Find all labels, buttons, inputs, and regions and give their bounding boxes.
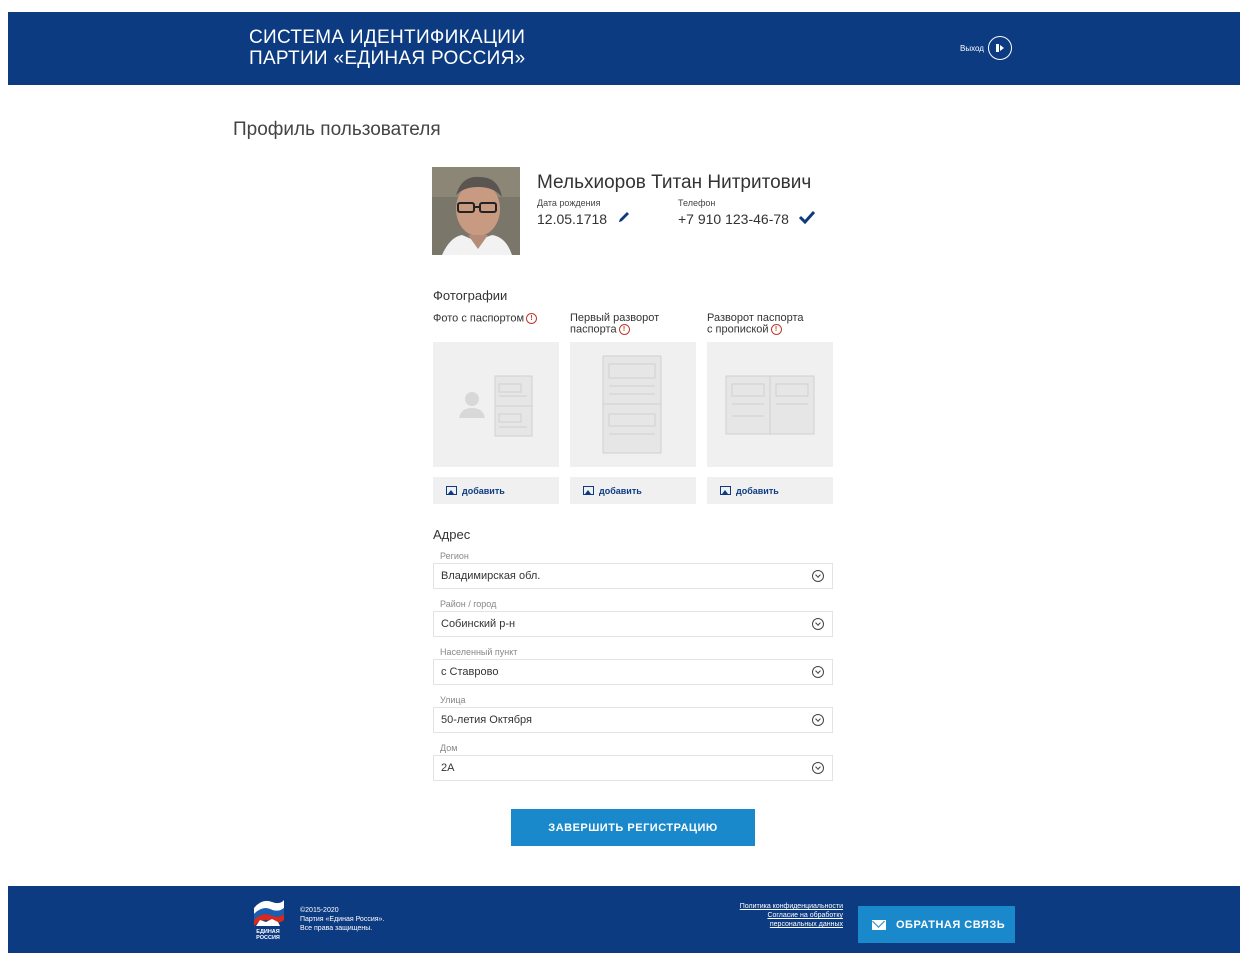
consent-link-line2[interactable]: персональных данных	[698, 920, 843, 929]
photo-label-registration-spread: Разворот паспорта с пропиской!	[707, 313, 804, 335]
footer: ЕДИНАЯ РОССИЯ ©2015-2020 Партия «Единая …	[8, 886, 1240, 953]
copyright-owner: Партия «Единая Россия».	[300, 916, 385, 923]
site-title: СИСТЕМА ИДЕНТИФИКАЦИИ ПАРТИИ «ЕДИНАЯ РОС…	[249, 27, 526, 69]
settlement-label: Населенный пункт	[440, 647, 518, 657]
passport-registration-icon	[725, 375, 815, 435]
region-label: Регион	[440, 551, 469, 561]
photo-label-selfie-text: Фото с паспортом	[433, 312, 525, 325]
address-section-title: Адрес	[433, 527, 471, 542]
house-select[interactable]: 2А	[433, 755, 833, 781]
logout-label[interactable]: Выход	[960, 44, 984, 53]
photos-section-title: Фотографии	[433, 288, 508, 303]
birth-date-value: 12.05.1718	[537, 210, 608, 227]
photo-label-selfie: Фото с паспортом!	[433, 312, 538, 325]
image-icon	[446, 486, 457, 495]
birth-date-label: Дата рождения	[537, 198, 601, 208]
photo-label-registration-line1: Разворот паспорта	[707, 312, 804, 324]
image-icon	[583, 486, 594, 495]
phone-label: Телефон	[678, 198, 716, 208]
logo-text-line2: РОССИЯ	[256, 935, 280, 941]
copyright-rights: Все права защищены.	[300, 925, 373, 932]
add-photo-label: добавить	[599, 485, 642, 496]
site-title-line1: СИСТЕМА ИДЕНТИФИКАЦИИ	[249, 27, 526, 48]
feedback-button[interactable]: ОБРАТНАЯ СВЯЗЬ	[858, 906, 1015, 943]
person-with-passport-icon	[459, 375, 533, 437]
complete-registration-button[interactable]: ЗАВЕРШИТЬ РЕГИСТРАЦИЮ	[511, 809, 755, 846]
district-label: Район / город	[440, 599, 497, 609]
feedback-label: ОБРАТНАЯ СВЯЗЬ	[896, 918, 1006, 931]
house-value: 2А	[441, 762, 455, 774]
privacy-policy-link[interactable]: Политика конфиденциальности	[698, 902, 843, 911]
header-bar: СИСТЕМА ИДЕНТИФИКАЦИИ ПАРТИИ «ЕДИНАЯ РОС…	[8, 12, 1240, 85]
page-title: Профиль пользователя	[233, 119, 441, 140]
photo-slot-selfie[interactable]	[433, 342, 559, 467]
district-value: Собинский р-н	[441, 618, 516, 630]
add-photo-first-spread-button[interactable]: добавить	[570, 477, 696, 504]
street-value: 50-летия Октября	[441, 714, 533, 726]
chevron-down-icon	[812, 666, 824, 678]
photo-slot-first-spread[interactable]	[570, 342, 696, 467]
region-value: Владимирская обл.	[441, 570, 541, 582]
footer-links: Политика конфиденциальности Согласие на …	[698, 902, 843, 929]
add-photo-registration-button[interactable]: добавить	[707, 477, 833, 504]
info-icon[interactable]: !	[526, 313, 538, 324]
info-icon[interactable]: !	[618, 324, 630, 335]
photo-label-registration-line2: с пропиской	[707, 323, 769, 336]
chevron-down-icon	[812, 618, 824, 630]
chevron-down-icon	[812, 714, 824, 726]
district-select[interactable]: Собинский р-н	[433, 611, 833, 637]
phone-value: +7 910 123-46-78	[678, 210, 789, 227]
info-icon[interactable]: !	[770, 324, 782, 335]
user-full-name: Мельхиоров Титан Нитритович	[537, 172, 812, 193]
copyright-years: ©2015-2020	[300, 907, 339, 914]
chevron-down-icon	[812, 570, 824, 582]
photo-label-first-spread: Первый разворот паспорта!	[570, 313, 659, 335]
add-photo-selfie-button[interactable]: добавить	[433, 477, 559, 504]
house-label: Дом	[440, 743, 458, 753]
settlement-select[interactable]: с Ставрово	[433, 659, 833, 685]
photo-label-first-spread-line2: паспорта	[570, 323, 617, 336]
image-icon	[720, 486, 731, 495]
pencil-icon[interactable]	[617, 210, 631, 227]
add-photo-label: добавить	[736, 485, 779, 496]
site-title-line2: ПАРТИИ «ЕДИНАЯ РОССИЯ»	[249, 48, 526, 69]
logout-icon[interactable]	[987, 36, 1012, 60]
street-label: Улица	[440, 695, 466, 705]
check-icon	[798, 210, 816, 227]
chevron-down-icon	[812, 762, 824, 774]
user-avatar	[432, 167, 520, 255]
settlement-value: с Ставрово	[441, 666, 499, 678]
add-photo-label: добавить	[462, 485, 505, 496]
phone-row: +7 910 123-46-78	[678, 210, 816, 227]
passport-spread-icon	[602, 355, 662, 454]
united-russia-logo: ЕДИНАЯ РОССИЯ	[254, 900, 284, 941]
mail-icon	[872, 919, 886, 930]
footer-copyright: ©2015-2020 Партия «Единая Россия». Все п…	[300, 906, 384, 933]
logout-link[interactable]: Выход	[960, 36, 1012, 60]
region-select[interactable]: Владимирская обл.	[433, 563, 833, 589]
street-select[interactable]: 50-летия Октября	[433, 707, 833, 733]
photo-slot-registration-spread[interactable]	[707, 342, 833, 467]
photo-label-first-spread-line1: Первый разворот	[570, 312, 660, 324]
birth-date-row: 12.05.1718	[537, 210, 631, 227]
consent-link-line1[interactable]: Согласие на обработку	[698, 911, 843, 920]
